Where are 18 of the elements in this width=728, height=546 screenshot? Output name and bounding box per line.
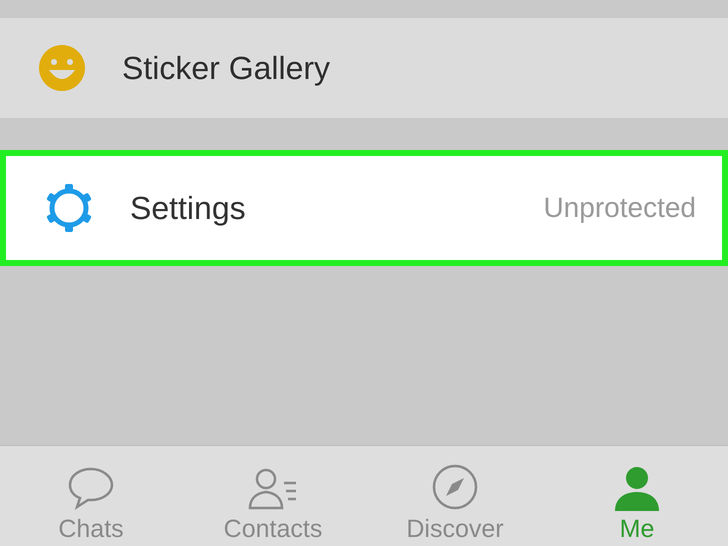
- menu-value: Unprotected: [543, 192, 696, 224]
- tab-label: Me: [620, 515, 654, 544]
- tab[interactable]: Contacts: [182, 446, 364, 546]
- tab[interactable]: Chats: [0, 446, 182, 546]
- gear-icon: [44, 183, 94, 233]
- tab-label: Chats: [58, 515, 124, 544]
- tab[interactable]: Discover: [364, 446, 546, 546]
- person-icon: [613, 465, 661, 511]
- menu-label: Sticker Gallery: [122, 50, 332, 86]
- smiley-icon: [38, 44, 86, 92]
- highlighted-menu-row[interactable]: Settings Unprotected: [0, 150, 728, 266]
- compass-icon: [431, 463, 479, 511]
- tab-label: Discover: [406, 515, 504, 544]
- tab[interactable]: Me: [546, 446, 728, 546]
- menu-row[interactable]: Sticker Gallery: [0, 18, 728, 118]
- tab-label: Contacts: [224, 515, 322, 544]
- menu-label: Settings: [130, 190, 247, 226]
- chat-bubble-icon: [66, 465, 116, 511]
